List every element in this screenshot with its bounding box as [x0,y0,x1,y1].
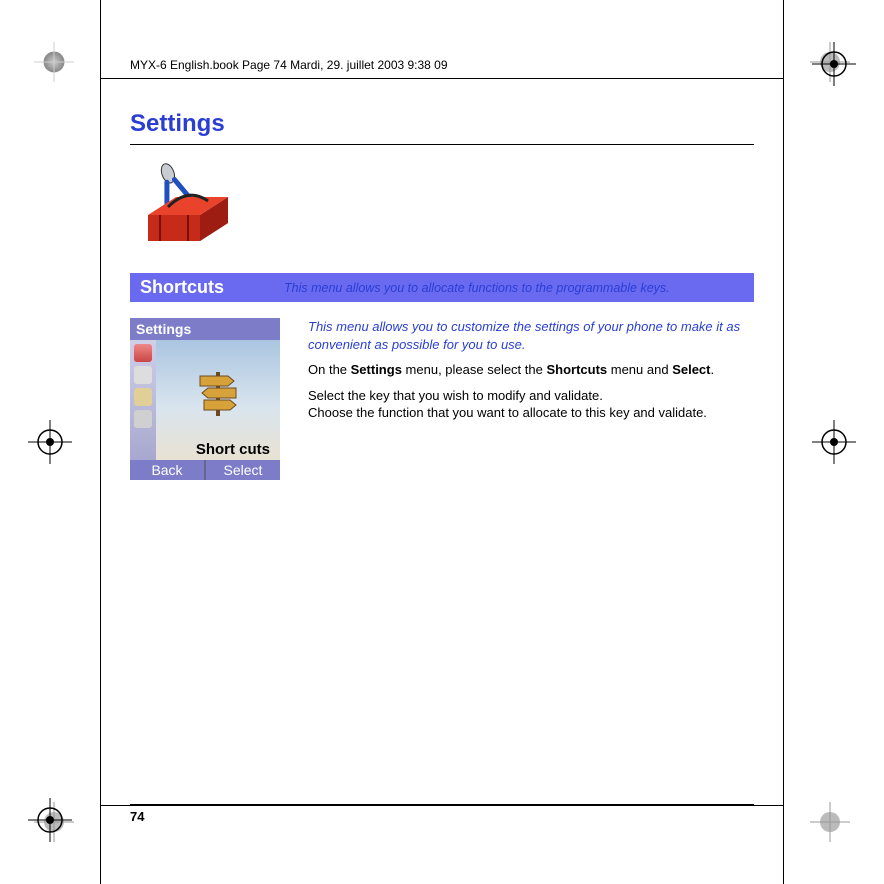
instruction-1: On the Settings menu, please select the … [308,361,754,379]
registration-mark-left [28,420,72,464]
text: Choose the function that you want to all… [308,405,707,420]
body-text: This menu allows you to customize the se… [308,318,754,430]
text: Select the key that you wish to modify a… [308,388,603,403]
phone-menu-label: Short cuts [196,441,270,458]
page-border-left [100,0,101,884]
text: On the [308,362,351,377]
intro-paragraph: This menu allows you to customize the se… [308,318,754,353]
softkey-select: Select [206,460,280,480]
phone-sidebar [130,340,156,460]
registration-mark-bottom-left [28,798,72,842]
registration-mark-top-right [812,42,856,86]
bold-select: Select [672,362,710,377]
page-border-top [100,78,784,79]
instruction-2: Select the key that you wish to modify a… [308,387,754,422]
page-number: 74 [130,804,754,824]
phone-screen: Short cuts [130,340,280,460]
sidebar-icon [134,388,152,406]
page-title: Settings [130,110,754,145]
section-bar: Shortcuts This menu allows you to alloca… [130,273,754,302]
registration-mark-right [812,420,856,464]
page-border-right [783,0,784,884]
section-description: This menu allows you to allocate functio… [284,281,670,295]
sidebar-icon [134,410,152,428]
toolbox-icon [130,159,240,259]
phone-header: Settings [130,318,280,340]
text: . [711,362,715,377]
document-header: MYX-6 English.book Page 74 Mardi, 29. ju… [130,58,448,72]
text: menu, please select the [402,362,547,377]
sidebar-icon [134,344,152,362]
page-content: Settings Shortcuts This menu a [130,110,754,480]
section-title: Shortcuts [140,277,224,298]
bold-shortcuts: Shortcuts [546,362,607,377]
crop-mark-bottom-right [810,802,850,842]
text: menu and [607,362,672,377]
signpost-icon [190,364,246,420]
phone-screenshot: Settings Short cuts [130,318,280,480]
phone-softkeys: Back Select [130,460,280,480]
sidebar-icon [134,366,152,384]
bold-settings: Settings [351,362,402,377]
crop-mark-top-left [34,42,74,82]
softkey-back: Back [130,460,206,480]
